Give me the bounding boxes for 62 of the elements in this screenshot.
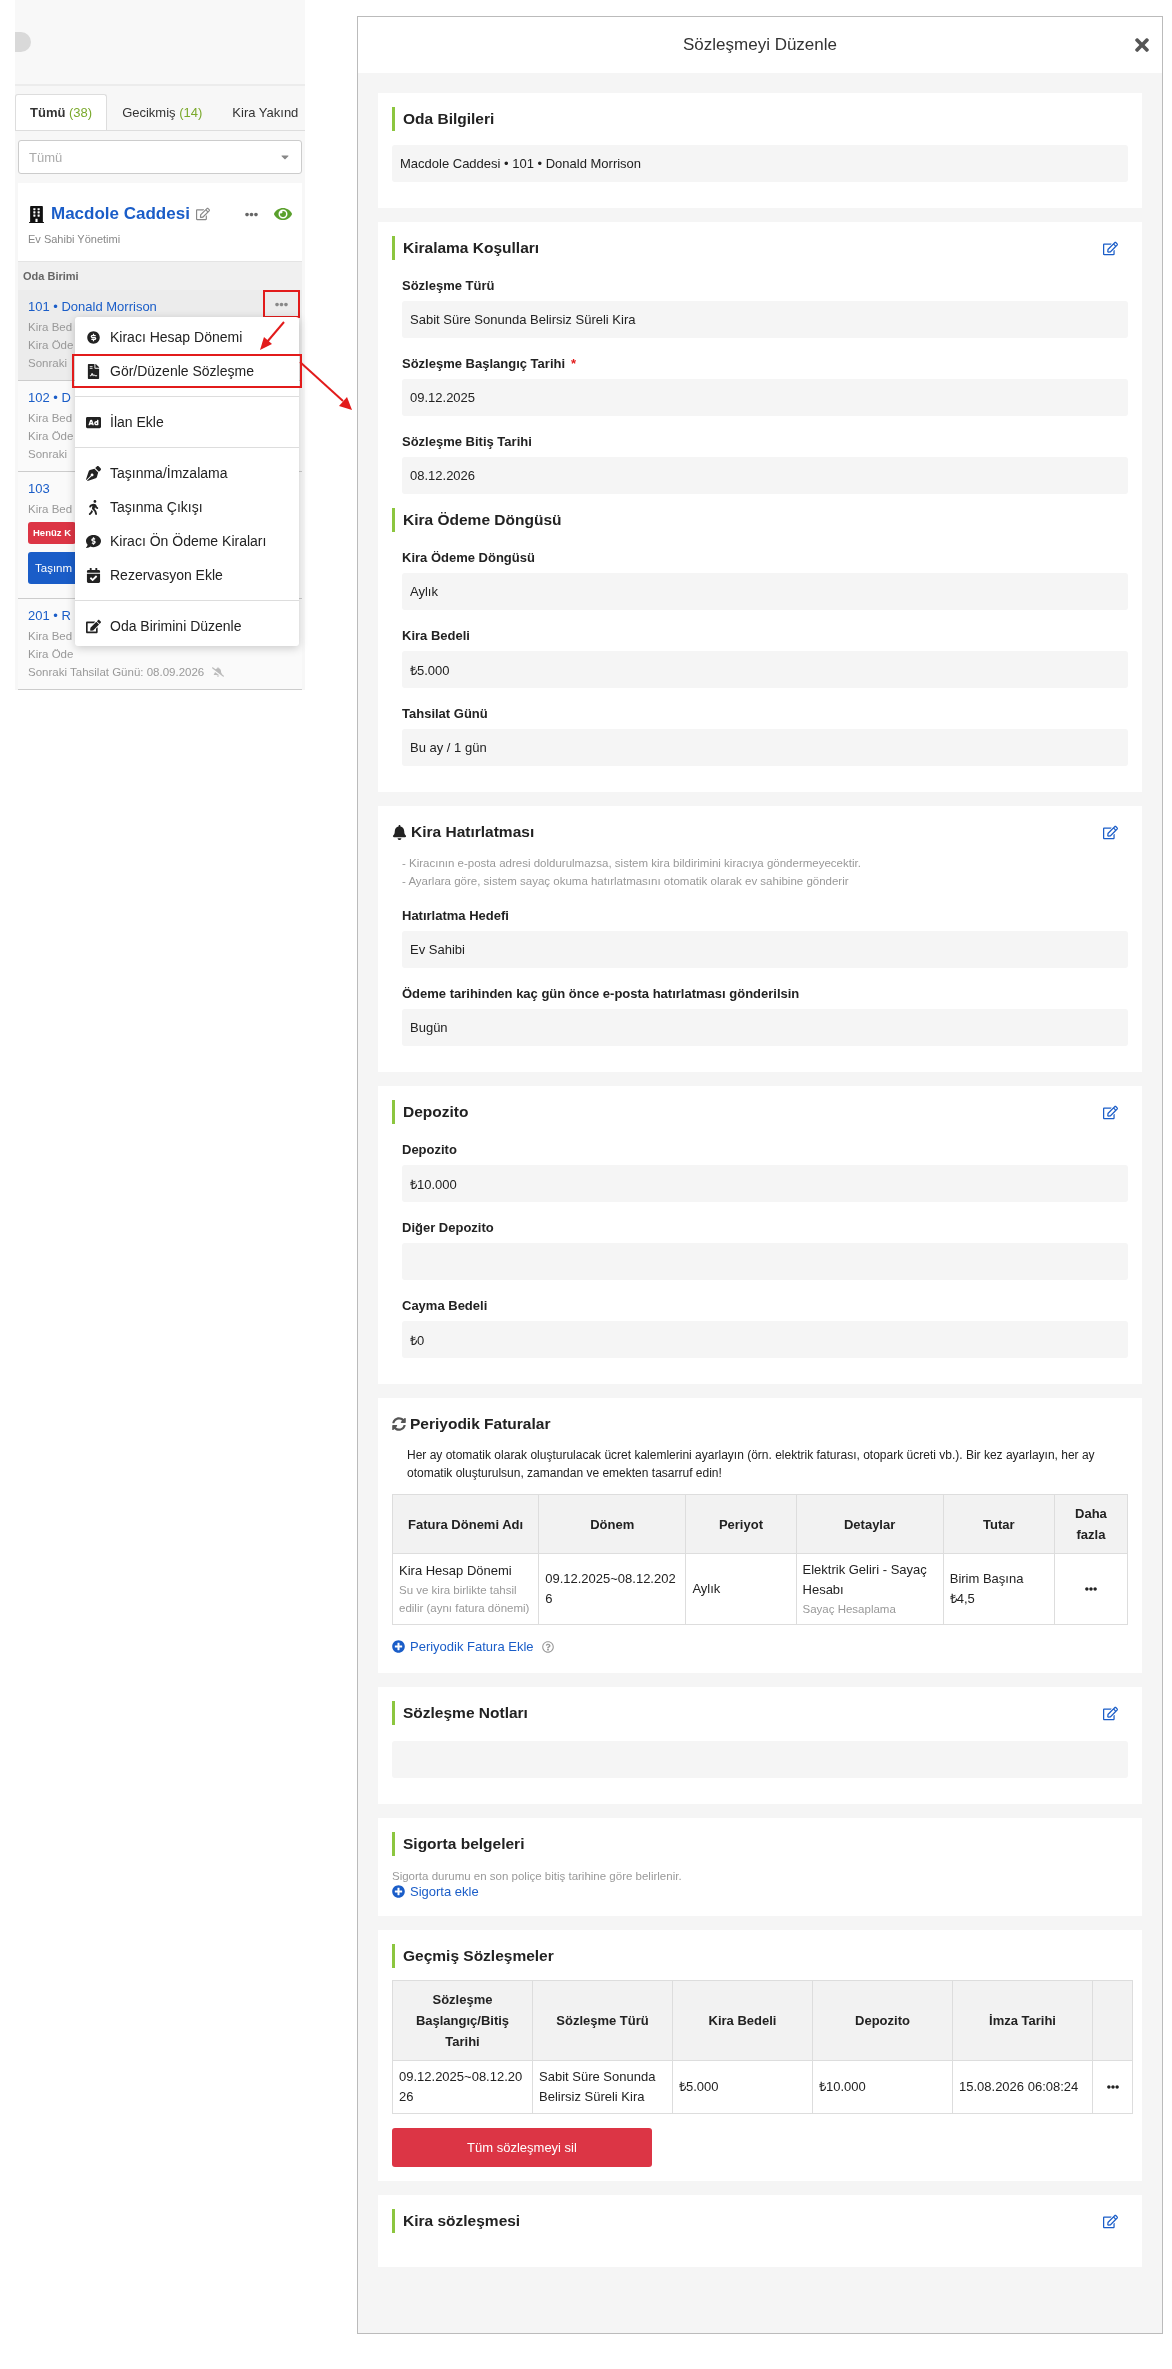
section-title: Sözleşme Notları bbox=[392, 1701, 528, 1725]
table-cell: Kira Hesap Dönemi Su ve kira birlikte tahsil edilir (aynı fatura dönemi) bbox=[392, 1553, 539, 1625]
column-header: Tutar bbox=[943, 1494, 1055, 1554]
table-cell: 15.08.2026 06:08:24 bbox=[952, 2060, 1093, 2114]
unit-detail: Kira Öde bbox=[28, 429, 74, 444]
field-label: Hatırlatma Hedefi bbox=[402, 908, 510, 923]
property-subtitle: Ev Sahibi Yönetimi bbox=[28, 233, 122, 245]
section-title: Sigorta belgeleri bbox=[392, 1832, 525, 1856]
unit-detail: Kira Bed bbox=[28, 502, 73, 517]
dialog-title: Sözleşmeyi Düzenle bbox=[683, 35, 837, 55]
section-title: Kiralama Koşulları bbox=[392, 236, 540, 260]
table-cell: ₺5.000 bbox=[672, 2060, 813, 2114]
field-label: Tahsilat Günü bbox=[402, 706, 489, 721]
section-title: Depozito bbox=[392, 1100, 469, 1124]
section-title: Oda Bilgileri bbox=[392, 107, 495, 131]
table-cell: Aylık bbox=[685, 1553, 796, 1625]
column-header: Fatura Dönemi Adı bbox=[392, 1494, 539, 1554]
table-cell: ₺10.000 bbox=[812, 2060, 953, 2114]
column-header: Detaylar bbox=[796, 1494, 944, 1554]
section-title: Periyodik Faturalar bbox=[410, 1414, 551, 1434]
column-header: Sözleşme Türü bbox=[532, 1980, 673, 2061]
table-cell: 09.12.2025~08.12.2026 bbox=[538, 1553, 686, 1625]
section-title: Geçmiş Sözleşmeler bbox=[392, 1944, 554, 1968]
unit-detail: Sonraki bbox=[28, 447, 67, 462]
field-value: Macdole Caddesi • 101 • Donald Morrison bbox=[392, 145, 1128, 182]
unit-detail: Kira Bed bbox=[28, 320, 73, 335]
field-label: Ödeme tarihinden kaç gün önce e-posta hatırlatması gönderilsin bbox=[402, 986, 801, 1001]
hint-text: - Ayarlara göre, sistem sayaç okuma hatırlatmasını otomatik olarak ev sahibine gönderir bbox=[402, 874, 850, 889]
field-label: Sözleşme Türü bbox=[402, 278, 496, 293]
column-header: Dönem bbox=[538, 1494, 686, 1554]
hint-text: - Kiracının e-posta adresi doldurulmazsa, sistem kira bildirimini kiracıya göndermeyecektir. bbox=[402, 856, 862, 871]
field-label: Kira Bedeli bbox=[402, 628, 471, 643]
field-label: Sözleşme Başlangıç Tarihi * bbox=[402, 356, 578, 371]
unit-detail: Sonraki bbox=[28, 356, 67, 371]
field-label: Diğer Depozito bbox=[402, 1220, 495, 1235]
table-cell: Sabit Süre Sonunda Belirsiz Süreli Kira bbox=[532, 2060, 673, 2114]
required-mark: * bbox=[571, 356, 577, 371]
section-title: Kira sözleşmesi bbox=[392, 2209, 521, 2233]
section-subheading: Kira Ödeme Döngüsü bbox=[392, 508, 1128, 532]
unit-detail: Kira Bed bbox=[28, 411, 73, 426]
column-header: İmza Tarihi bbox=[952, 1980, 1093, 2061]
hint-text: Sigorta durumu en son poliçe bitiş tarihine göre belirlenir. bbox=[392, 1870, 683, 1882]
status-badge: Henüz K bbox=[28, 522, 76, 544]
unit-detail: Kira Öde bbox=[28, 338, 74, 353]
column-header: Kira Bedeli bbox=[672, 1980, 813, 2061]
column-header: Sözleşme Başlangıç/Bitiş Tarihi bbox=[392, 1980, 533, 2061]
field-label: Depozito bbox=[402, 1142, 458, 1157]
column-header: Daha fazla bbox=[1054, 1494, 1128, 1554]
unit-detail: Kira Bed bbox=[28, 629, 73, 644]
column-header: Periyot bbox=[685, 1494, 796, 1554]
list-header: Oda Birimi bbox=[18, 261, 302, 290]
table-cell: 09.12.2025~08.12.2026 bbox=[392, 2060, 533, 2114]
unit-detail: Sonraki Tahsilat Günü: 08.09.2026 bbox=[28, 665, 205, 680]
section-title: Kira Hatırlatması bbox=[411, 822, 535, 842]
field-label: Cayma Bedeli bbox=[402, 1298, 489, 1313]
unit-detail: Kira Öde bbox=[28, 647, 74, 662]
field-label: Kira Ödeme Döngüsü bbox=[402, 550, 536, 565]
table-cell: Elektrik Geliri - Sayaç Hesabı Sayaç Hesaplama bbox=[796, 1553, 944, 1625]
description-text: Her ay otomatik olarak oluşturulacak ücret kalemlerini ayarlayın (örn. elektrik faturası, otopark ücreti vb.). Bir kez ayarlayın, her ay otomatik oluşturulsun, zamandan ve emekten tasarruf edin! bbox=[406, 1447, 1096, 1482]
field-label: Sözleşme Bitiş Tarihi bbox=[402, 434, 533, 449]
table-cell: Birim Başına ₺4,5 bbox=[943, 1553, 1055, 1625]
column-header: Depozito bbox=[812, 1980, 953, 2061]
